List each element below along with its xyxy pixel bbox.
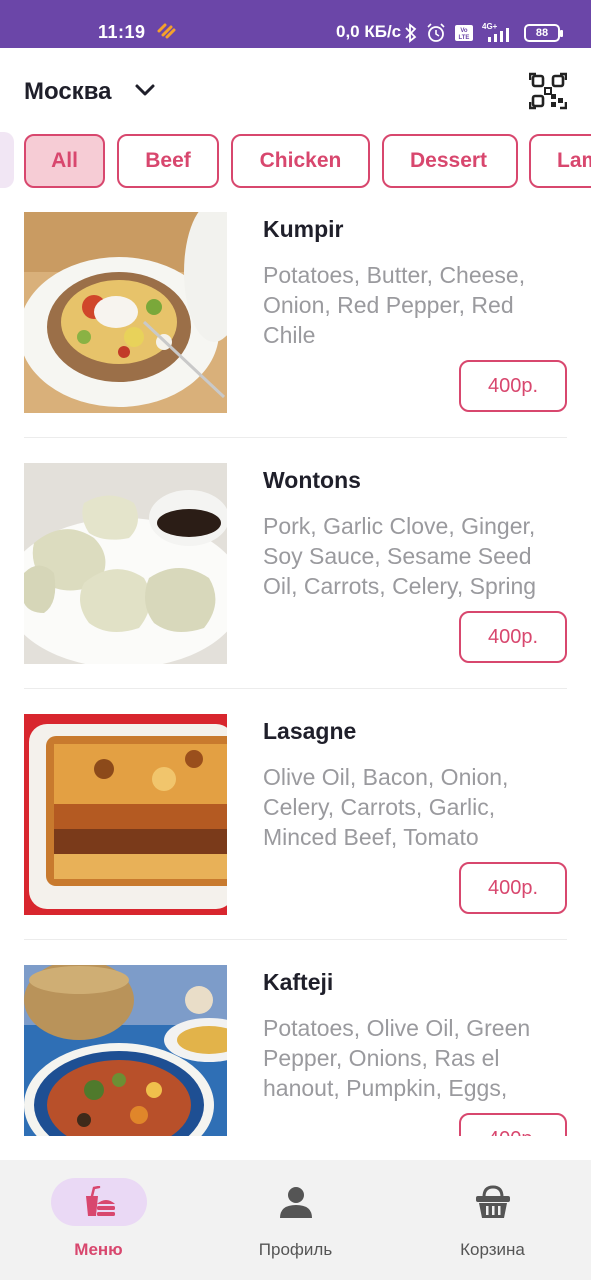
nav-cart-label: Корзина: [460, 1240, 525, 1259]
battery-icon: 88: [524, 24, 563, 42]
app-notification-icon: [157, 23, 176, 39]
dish-image: [24, 212, 227, 413]
network-speed: 0,0 КБ/с: [336, 22, 402, 41]
bottom-navigation: Меню Профиль Корзина: [0, 1160, 591, 1280]
tab-all[interactable]: All: [24, 134, 105, 188]
dish-ingredients: Potatoes, Butter, Cheese, Onion, Red Pep…: [263, 262, 526, 348]
signal-icon: 4G+: [482, 22, 509, 42]
dish-image: [24, 965, 227, 1136]
chevron-down-icon[interactable]: [134, 82, 156, 98]
svg-text:Vo: Vo: [460, 28, 468, 34]
tab-beef[interactable]: Beef: [117, 134, 219, 188]
dish-ingredients: Pork, Garlic Clove, Ginger, Soy Sauce, S…: [263, 513, 537, 599]
tab-scroll-edge: [0, 132, 14, 188]
tab-dessert[interactable]: Dessert: [382, 134, 518, 188]
menu-item-card[interactable]: Kafteji Potatoes, Olive Oil, Green Peppe…: [24, 945, 567, 1136]
volte-icon: Vo LTE: [455, 25, 473, 41]
divider: [24, 688, 567, 689]
nav-menu[interactable]: Меню: [0, 1160, 197, 1280]
nav-profile-label: Профиль: [258, 1240, 333, 1259]
nav-menu-pill[interactable]: [50, 1178, 147, 1226]
divider: [24, 437, 567, 438]
menu-item-card[interactable]: Lasagne Olive Oil, Bacon, Onion, Celery,…: [24, 694, 567, 945]
header: Москва: [0, 48, 591, 134]
dish-name: Lasagne: [263, 718, 357, 744]
city-selector[interactable]: Москва: [24, 78, 111, 106]
fastfood-icon: [85, 1186, 115, 1216]
price-button[interactable]: 400р.: [459, 611, 567, 663]
nav-profile[interactable]: Профиль: [197, 1160, 394, 1280]
menu-item-card[interactable]: Kumpir Potatoes, Butter, Cheese, Onion, …: [24, 192, 567, 443]
status-time: 11:19: [98, 22, 146, 42]
menu-item-card[interactable]: Wontons Pork, Garlic Clove, Ginger, Soy …: [24, 443, 567, 694]
price-button[interactable]: 400р.: [459, 1113, 567, 1136]
price-button[interactable]: 400р.: [459, 360, 567, 412]
tab-lamb[interactable]: Lamb: [529, 134, 591, 188]
dish-name: Kumpir: [263, 216, 344, 242]
nav-profile-pill[interactable]: [248, 1178, 344, 1226]
nav-cart[interactable]: Корзина: [394, 1160, 591, 1280]
price-button[interactable]: 400р.: [459, 862, 567, 914]
category-tabs: All Beef Chicken Dessert Lamb: [0, 132, 591, 192]
status-icons: Vo LTE 4G+ 88: [404, 22, 563, 44]
dish-image: [24, 463, 227, 664]
dish-image: [24, 714, 227, 915]
bluetooth-icon: [405, 23, 417, 43]
dish-ingredients: Olive Oil, Bacon, Onion, Celery, Carrots…: [263, 764, 509, 850]
svg-text:4G+: 4G+: [482, 22, 498, 31]
person-icon: [279, 1187, 312, 1218]
dish-name: Wontons: [263, 467, 361, 493]
divider: [24, 939, 567, 940]
basket-icon: [475, 1185, 510, 1218]
qr-code-icon[interactable]: [529, 72, 567, 110]
nav-menu-label: Меню: [74, 1240, 123, 1259]
nav-cart-pill[interactable]: [445, 1178, 541, 1226]
tab-chicken[interactable]: Chicken: [231, 134, 370, 188]
status-bar: 11:19 0,0 КБ/с Vo LTE 4G+ 88: [0, 0, 591, 48]
dish-name: Kafteji: [263, 969, 334, 995]
dish-ingredients: Potatoes, Olive Oil, Green Pepper, Onion…: [263, 1015, 531, 1101]
alarm-icon: [427, 23, 445, 42]
menu-list[interactable]: Kumpir Potatoes, Butter, Cheese, Onion, …: [0, 192, 591, 1136]
svg-text:LTE: LTE: [459, 35, 470, 41]
